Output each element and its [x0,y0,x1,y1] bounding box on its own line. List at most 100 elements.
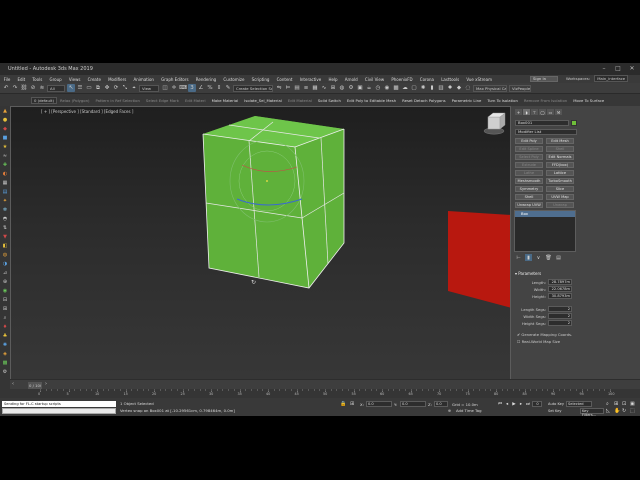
xref-icon[interactable]: ✦ [1,197,9,205]
spacewarps-icon[interactable]: ≈ [1,152,9,160]
ribbon-button[interactable]: Move To Surface [573,97,604,104]
modifier-button[interactable]: Lattice [546,170,574,176]
menu-item-scripting[interactable]: Scripting [248,77,273,82]
zoom-extents-all-icon[interactable]: ▣ [630,401,635,407]
angle-snap-icon[interactable]: ∠ [197,84,205,92]
sign-in-button[interactable]: Sign In [530,76,558,82]
modifier-button[interactable]: FFD(box) [546,162,574,168]
modifier-button[interactable]: Unwrap UVW [515,202,543,208]
material-icon[interactable]: ◍ [1,251,9,259]
ribbon-toggle-icon[interactable]: ▦ [311,84,319,92]
goto-end-icon[interactable]: ⏭ [525,401,531,407]
vray-icon[interactable]: ◆ [455,84,463,92]
open-explorer-icon[interactable]: ▢ [410,84,418,92]
viewcube-icon[interactable] [483,112,506,135]
bones-icon[interactable]: ✚ [1,161,9,169]
render-mode-icon[interactable]: ▩ [392,84,400,92]
window-crossing-icon[interactable]: ⧉ [94,84,102,92]
scene-explorer-icon[interactable]: ▲ [1,107,9,115]
modifier-stack[interactable]: Box [514,210,576,252]
modifier-button[interactable]: Unwrap [546,202,574,208]
parameter-spinner[interactable]: 2 [548,306,572,312]
corona-icon[interactable]: ◌ [464,84,472,92]
cloud-render-icon[interactable]: ☁ [401,84,409,92]
scale-icon[interactable]: ⤡ [121,84,129,92]
ribbon-button[interactable]: Turn To Isolation [487,97,518,104]
floor-generator-icon[interactable]: ▥ [437,84,445,92]
ribbon-button[interactable]: Select Edge Mark [146,97,179,104]
hierarchy-icon[interactable]: ♣ [1,332,9,340]
maxscript-input[interactable] [2,408,116,414]
ribbon-button[interactable]: Pattern in Ref Selection [96,97,140,104]
frozen-icon[interactable]: ❄ [1,206,9,214]
bind-space-warp-icon[interactable]: ≋ [38,84,46,92]
time-slider[interactable]: 0 / 100 ‹ › [10,379,640,389]
expand-icon[interactable]: ⊞ [1,305,9,313]
absolute-mode-icon[interactable]: ⊞ [350,401,354,407]
parameters-rollout[interactable]: ▾ Parameters [515,271,541,276]
explorer-settings-icon[interactable]: ⚙ [1,368,9,376]
next-key-icon[interactable]: ▸ [518,401,524,407]
select-dependents-icon[interactable]: ⊕ [1,278,9,286]
current-frame-field[interactable]: 0 [532,401,542,407]
hierarchy-tab-icon[interactable]: ⊤ [531,109,538,115]
pin-stack-icon[interactable]: ⊢ [515,254,522,261]
menu-item-animation[interactable]: Animation [130,77,158,82]
toggle-layer-explorer-icon[interactable]: ≡ [302,84,310,92]
select-by-name-icon[interactable]: ☰ [76,84,84,92]
particles-icon[interactable]: ✺ [1,341,9,349]
menu-item-file[interactable]: File [0,77,14,82]
modifier-button[interactable]: TurboSmooth [546,178,574,184]
display-tab-icon[interactable]: ▭ [547,109,554,115]
menu-item-rendering[interactable]: Rendering [192,77,220,82]
ribbon-button[interactable]: Edit Materi [185,97,206,104]
render-iterative-icon[interactable]: ◷ [374,84,382,92]
make-unique-icon[interactable]: ∨ [535,254,542,261]
sort-icon[interactable]: ⇅ [1,224,9,232]
modifier-button[interactable]: Shell [515,194,543,200]
motion-tab-icon[interactable]: ◯ [539,109,546,115]
menu-item-modifiers[interactable]: Modifiers [105,77,130,82]
prev-frame-icon[interactable]: ‹ [12,381,14,387]
object-name-field[interactable]: Box001 [515,120,569,126]
modify-tab-icon[interactable]: ◗ [523,109,530,115]
stack-item[interactable]: Box [515,211,575,217]
undo-icon[interactable]: ↶ [2,84,10,92]
layer-dropdown[interactable]: 0 (default) [31,97,57,104]
rendered-frame-icon[interactable]: ▣ [356,84,364,92]
selection-filter-dropdown[interactable]: All [47,84,65,92]
zoom-all-icon[interactable]: ⊞ [614,401,618,407]
menu-item-lasttools[interactable]: Lasttools [438,77,463,82]
parameter-spinner[interactable]: 28.7897m [548,279,572,285]
render-setup-icon[interactable]: ⚙ [347,84,355,92]
rect-selection-icon[interactable]: ▭ [85,84,93,92]
collapse-icon[interactable]: ⊟ [1,296,9,304]
link-icon[interactable]: ⛓ [20,84,28,92]
select-influences-icon[interactable]: ◉ [1,287,9,295]
zoom-extents-icon[interactable]: ⊡ [622,401,626,407]
modifier-button[interactable]: Select Poly [515,154,543,160]
minimize-icon[interactable]: – [598,64,610,73]
modifier-button[interactable]: Edit Spline [515,146,543,152]
scene-tree-icon[interactable]: ♦ [1,323,9,331]
nested-layers-icon[interactable]: ◈ [1,350,9,358]
parameter-spinner[interactable]: 2 [548,320,572,326]
selected-dropdown[interactable]: Selected [566,401,592,407]
play-icon[interactable]: ▶ [511,401,517,407]
select-children-icon[interactable]: ⊿ [1,269,9,277]
remove-modifier-icon[interactable]: 🗑 [545,254,552,261]
next-frame-icon[interactable]: › [45,381,47,387]
physical-camera-button[interactable]: Max Physical Camera [473,84,507,92]
checkbox-row[interactable]: ✔ Generate Mapping Coords. [517,332,572,337]
y-coordinate-field[interactable]: 0.0 [400,401,426,407]
layers-icon[interactable]: ◧ [1,242,9,250]
orbit-icon[interactable]: ↻ [622,408,626,414]
ribbon-button[interactable]: Make Material [212,97,239,104]
menu-item-phoenixfd[interactable]: PhoenixFD [388,77,416,82]
modifier-icon[interactable]: ◑ [1,260,9,268]
filter-icon[interactable]: ▼ [1,233,9,241]
modifier-button[interactable]: Edit Mesh [546,138,574,144]
menu-item-corona[interactable]: Corona [416,77,437,82]
display-objects-icon[interactable]: ◆ [1,125,9,133]
modifier-button[interactable]: Edit Normals [546,154,574,160]
